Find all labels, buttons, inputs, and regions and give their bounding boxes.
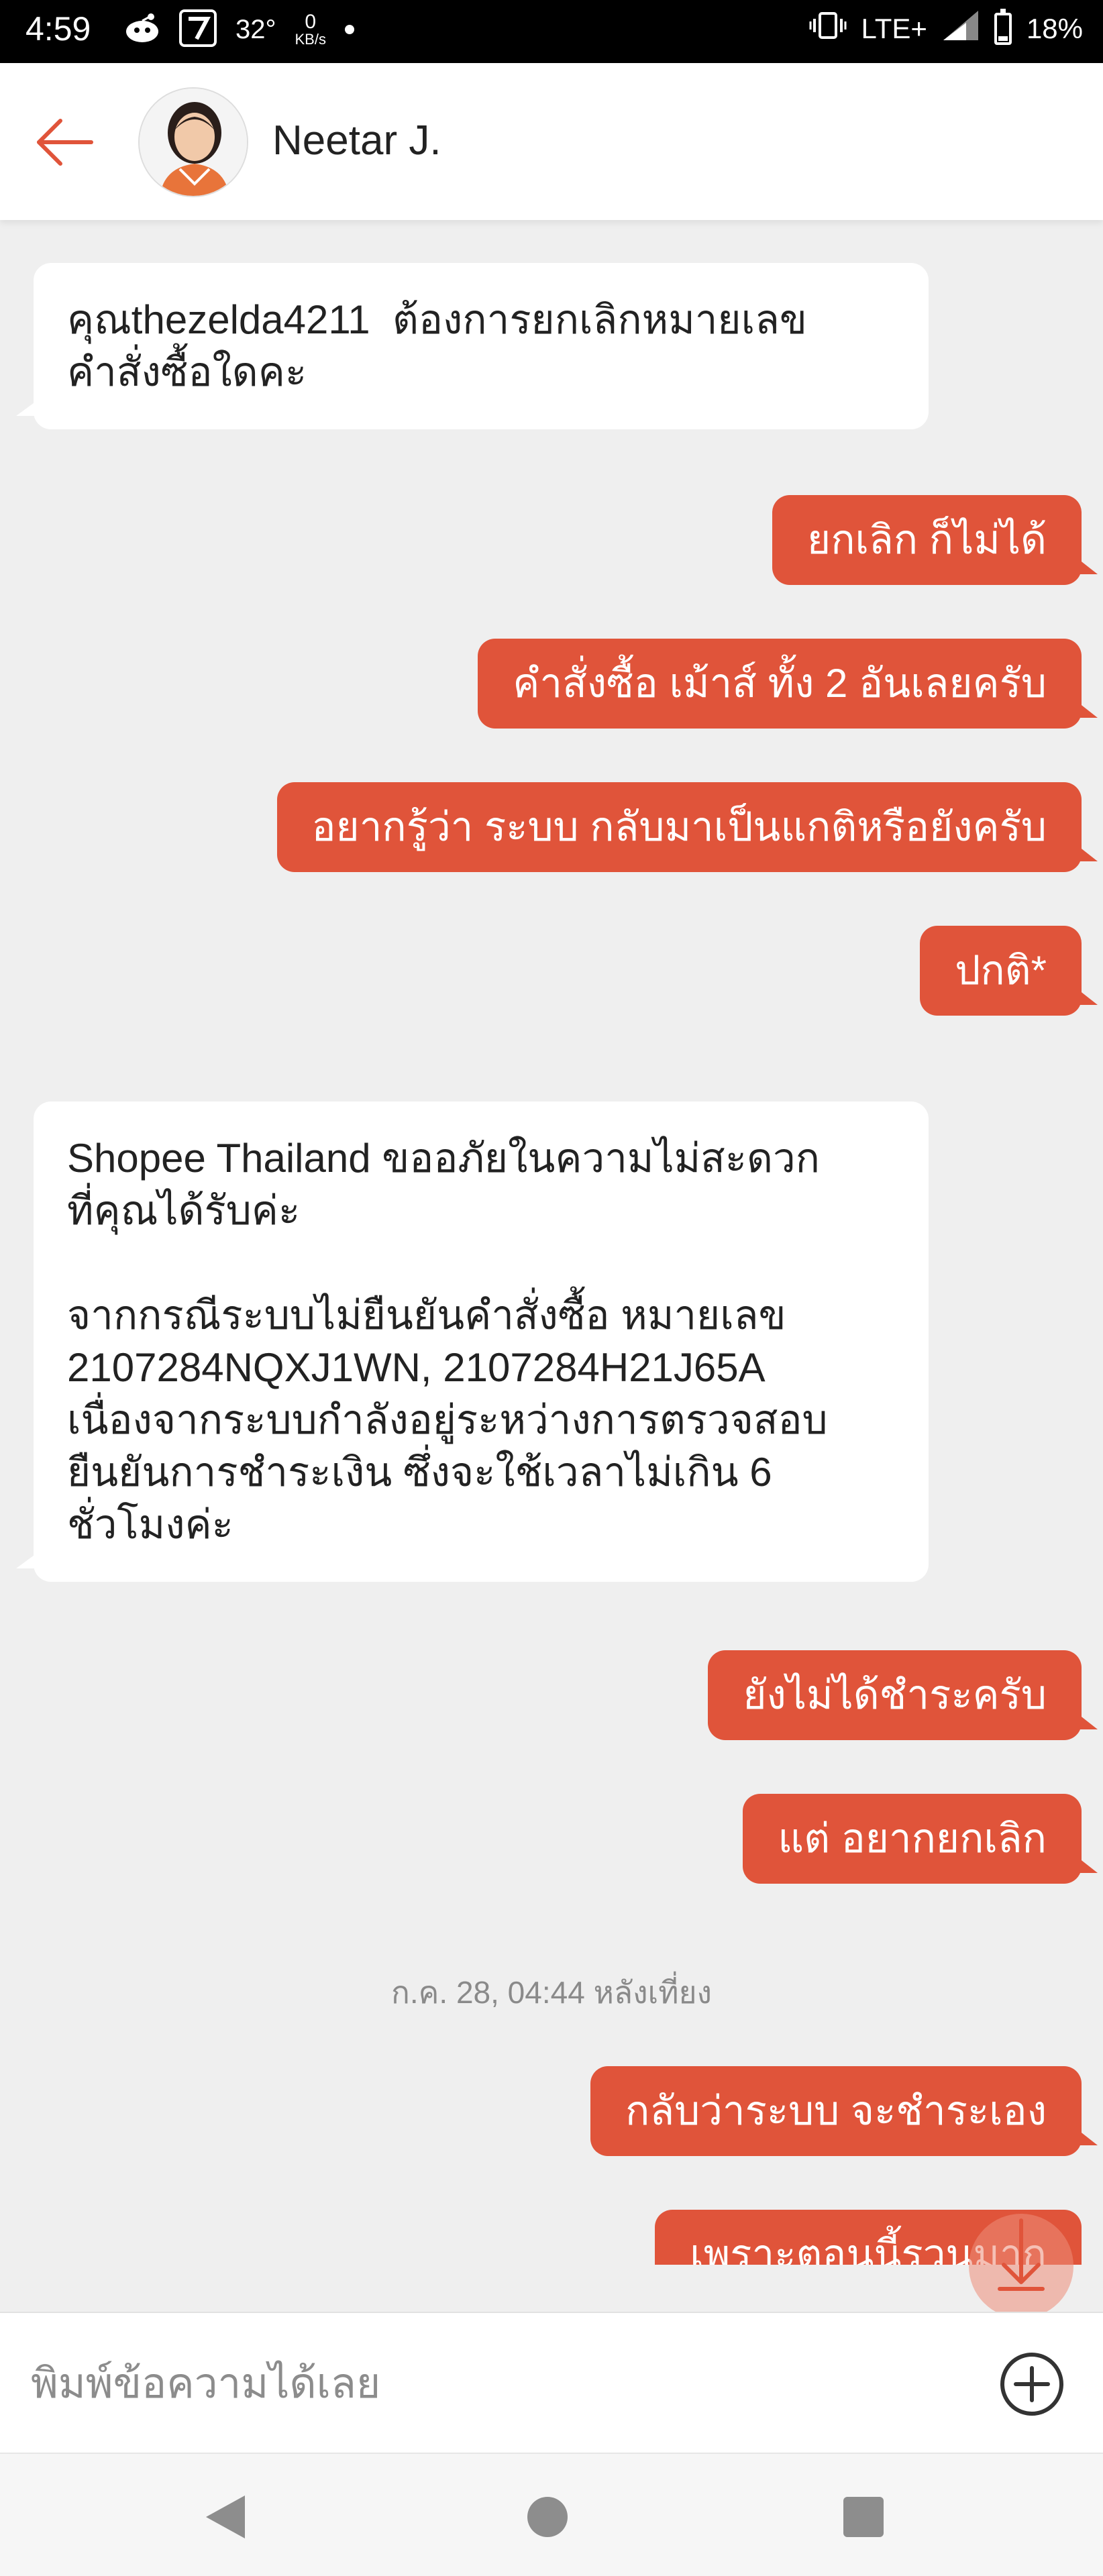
status-temperature: 32° bbox=[235, 14, 276, 44]
message-outgoing[interactable]: ยกเลิก ก็ไม่ได้ bbox=[772, 495, 1098, 585]
reddit-icon bbox=[124, 13, 160, 46]
message-outgoing[interactable]: ยังไม่ได้ชำระครับ bbox=[708, 1650, 1098, 1740]
message-timestamp: ก.ค. 28, 04:44 หลังเที่ยง bbox=[390, 1975, 712, 2010]
network-type: LTE+ bbox=[861, 13, 927, 44]
status-bar: 4:59 32° 0 KB/s LTE+ 18% bbox=[0, 0, 1103, 63]
seven-eleven-icon bbox=[179, 9, 217, 50]
status-left-icons: 32° 0 KB/s bbox=[124, 9, 354, 50]
message-outgoing[interactable]: แต่ อยากยกเลิก bbox=[743, 1794, 1098, 1884]
message-input[interactable] bbox=[31, 2347, 957, 2420]
back-button[interactable] bbox=[32, 110, 97, 174]
chat-messages[interactable]: คุณthezelda4211 ต้องการยกเลิกหมายเลข คำส… bbox=[0, 220, 1103, 2265]
message-outgoing[interactable]: คำสั่งซื้อ เม้าส์ ทั้ง 2 อันเลยครับ bbox=[478, 639, 1098, 729]
message-outgoing[interactable]: กลับว่าระบบ จะชำระเอง bbox=[590, 2066, 1098, 2156]
battery-percent: 18% bbox=[1026, 13, 1083, 44]
add-attachment-button[interactable] bbox=[998, 2351, 1065, 2418]
arrow-down-icon bbox=[998, 2218, 1045, 2291]
message-outgoing[interactable]: ปกติ* bbox=[920, 926, 1098, 1016]
notification-dot-icon bbox=[344, 25, 354, 34]
nav-recents-button[interactable] bbox=[843, 2497, 884, 2537]
nav-back-button[interactable] bbox=[205, 2494, 246, 2540]
status-net-speed: 0 KB/s bbox=[295, 12, 326, 47]
battery-icon bbox=[994, 9, 1012, 45]
triangle-back-icon bbox=[206, 2496, 245, 2538]
status-time: 4:59 bbox=[25, 10, 91, 48]
message-incoming[interactable]: คุณthezelda4211 ต้องการยกเลิกหมายเลข คำส… bbox=[16, 263, 929, 429]
message-outgoing[interactable]: อยากรู้ว่า ระบบ กลับมาเป็นแกติหรือยังครั… bbox=[276, 782, 1098, 872]
arrow-left-icon bbox=[37, 119, 93, 166]
scroll-to-bottom-button[interactable] bbox=[969, 2214, 1073, 2318]
message-incoming[interactable]: Shopee Thailand ขออภัยในความไม่สะดวก ที่… bbox=[16, 1102, 929, 1582]
net-speed-value: 0 bbox=[305, 11, 317, 33]
vibrate-icon bbox=[809, 11, 847, 47]
message-input-bar bbox=[0, 2312, 1103, 2453]
signal-icon bbox=[942, 9, 980, 48]
avatar[interactable] bbox=[138, 87, 248, 197]
plus-circle-icon bbox=[1000, 2353, 1063, 2416]
system-nav-bar bbox=[0, 2453, 1103, 2576]
nav-home-button[interactable] bbox=[527, 2497, 568, 2537]
net-speed-unit: KB/s bbox=[295, 31, 326, 48]
status-right-icons: LTE+ 18% bbox=[809, 9, 1083, 48]
contact-name[interactable]: Neetar J. bbox=[272, 117, 441, 164]
chat-header: Neetar J. bbox=[0, 63, 1103, 220]
